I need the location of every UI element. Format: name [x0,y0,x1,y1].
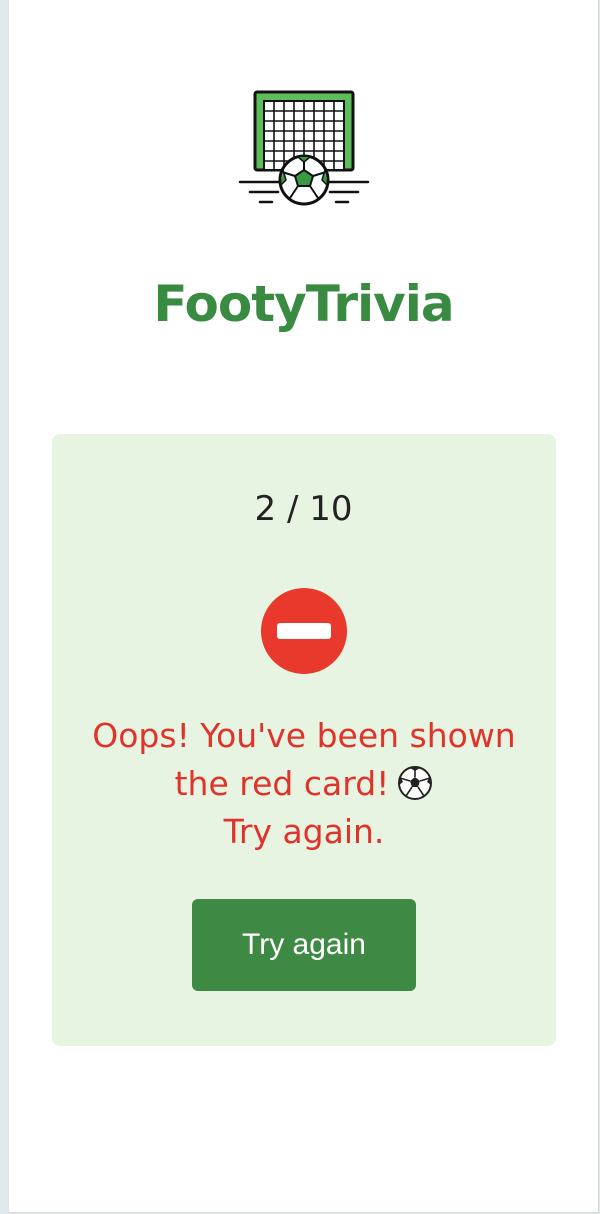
question-progress: 2 / 10 [254,489,353,529]
app-title: FootyTrivia [153,275,454,333]
result-message-tail: Try again. [223,812,385,851]
soccer-ball-icon [398,766,433,800]
result-message-text: Oops! You've been shown the red card! [92,716,516,803]
soccer-goal-icon [238,90,370,206]
quiz-page: FootyTrivia 2 / 10 Oops! You've been sho… [9,0,599,1213]
result-message: Oops! You've been shown the red card! Tr… [72,712,536,856]
try-again-button[interactable]: Try again [192,899,416,991]
stop-icon [261,588,347,674]
